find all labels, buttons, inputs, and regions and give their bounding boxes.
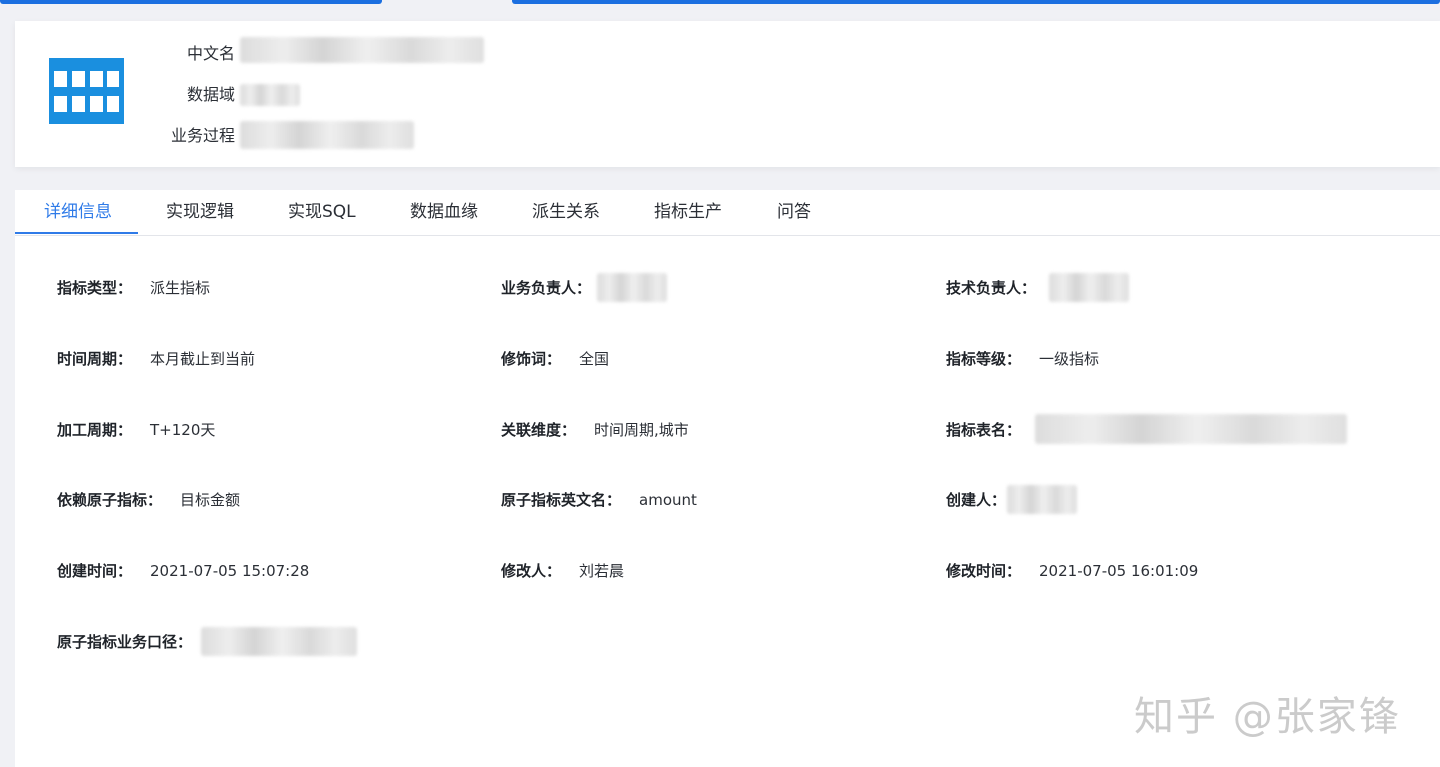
field-value: 时间周期,城市 — [594, 421, 689, 439]
field-label: 依赖原子指标： — [57, 491, 163, 509]
field-metric-table: 指标表名： — [946, 418, 1021, 442]
metric-table-value-redacted — [1035, 414, 1347, 444]
field-creator: 创建人： — [946, 488, 1006, 512]
business-process-row: 业务过程 — [15, 124, 235, 148]
field-label: 加工周期： — [57, 421, 133, 439]
field-label: 创建人： — [946, 491, 1007, 509]
field-time-period: 时间周期： 本月截止到当前 — [57, 347, 255, 371]
tab-details[interactable]: 详细信息 — [44, 190, 112, 234]
top-bar-segment-right — [512, 0, 1440, 4]
field-label: 修改时间： — [946, 562, 1022, 580]
field-label: 指标类型： — [57, 279, 133, 297]
tab-logic[interactable]: 实现逻辑 — [166, 190, 234, 234]
field-modified-time: 修改时间： 2021-07-05 16:01:09 — [946, 559, 1198, 583]
field-label: 修改人： — [501, 562, 562, 580]
field-metric-type: 指标类型： 派生指标 — [57, 276, 210, 300]
field-label: 技术负责人： — [946, 279, 1037, 297]
business-process-label: 业务过程 — [170, 126, 235, 145]
field-value: 2021-07-05 15:07:28 — [150, 562, 310, 580]
field-label: 修饰词： — [501, 350, 562, 368]
field-label: 关联维度： — [501, 421, 577, 439]
field-value: 全国 — [579, 350, 610, 368]
field-tech-owner: 技术负责人： — [946, 276, 1036, 300]
data-domain-row: 数据域 — [15, 83, 235, 107]
watermark: 知乎 @张家锋 — [1134, 694, 1401, 740]
field-value: 目标金额 — [180, 491, 241, 509]
metric-header-card: 中文名 数据域 业务过程 — [15, 21, 1440, 167]
atomic-business-definition-value-redacted — [201, 627, 357, 656]
tab-production[interactable]: 指标生产 — [654, 190, 722, 234]
field-modifier: 修饰词： 全国 — [501, 347, 609, 371]
tab-qa[interactable]: 问答 — [777, 190, 811, 234]
field-label: 指标等级： — [946, 350, 1022, 368]
top-progress-bar — [0, 0, 1440, 20]
field-label: 指标表名： — [946, 421, 1022, 439]
tab-derivation[interactable]: 派生关系 — [532, 190, 600, 234]
creator-value-redacted — [1007, 485, 1077, 514]
data-domain-value-redacted — [240, 84, 300, 106]
field-label: 原子指标业务口径： — [57, 633, 193, 651]
field-label: 创建时间： — [57, 562, 133, 580]
chinese-name-value-redacted — [240, 37, 484, 63]
field-label: 时间周期： — [57, 350, 133, 368]
field-atomic-business-definition: 原子指标业务口径： — [57, 630, 192, 654]
tech-owner-value-redacted — [1049, 273, 1129, 302]
tab-sql[interactable]: 实现SQL — [288, 190, 356, 234]
field-label: 业务负责人： — [501, 279, 592, 297]
chinese-name-row: 中文名 — [15, 42, 235, 66]
field-related-dimensions: 关联维度： 时间周期,城市 — [501, 418, 689, 442]
field-process-cycle: 加工周期： T+120天 — [57, 418, 215, 442]
field-value: 本月截止到当前 — [150, 350, 256, 368]
detail-tabs: 详细信息 实现逻辑 实现SQL 数据血缘 派生关系 指标生产 问答 — [15, 190, 1440, 236]
field-created-time: 创建时间： 2021-07-05 15:07:28 — [57, 559, 309, 583]
field-business-owner: 业务负责人： — [501, 276, 591, 300]
field-value: 刘若晨 — [579, 562, 625, 580]
field-value: T+120天 — [150, 421, 216, 439]
field-label: 原子指标英文名： — [501, 491, 622, 509]
business-owner-value-redacted — [597, 273, 667, 302]
tab-lineage[interactable]: 数据血缘 — [410, 190, 478, 234]
chinese-name-label: 中文名 — [186, 44, 235, 63]
field-value: 一级指标 — [1039, 350, 1100, 368]
field-atomic-metric-en: 原子指标英文名： amount — [501, 488, 697, 512]
field-value: 派生指标 — [150, 279, 211, 297]
field-value: amount — [639, 491, 697, 509]
business-process-value-redacted — [240, 121, 414, 149]
data-domain-label: 数据域 — [186, 85, 235, 104]
field-modified-by: 修改人： 刘若晨 — [501, 559, 624, 583]
field-metric-level: 指标等级： 一级指标 — [946, 347, 1099, 371]
top-bar-segment-left — [0, 0, 382, 4]
active-tab-indicator — [15, 232, 138, 234]
field-atomic-metric: 依赖原子指标： 目标金额 — [57, 488, 240, 512]
field-value: 2021-07-05 16:01:09 — [1039, 562, 1199, 580]
